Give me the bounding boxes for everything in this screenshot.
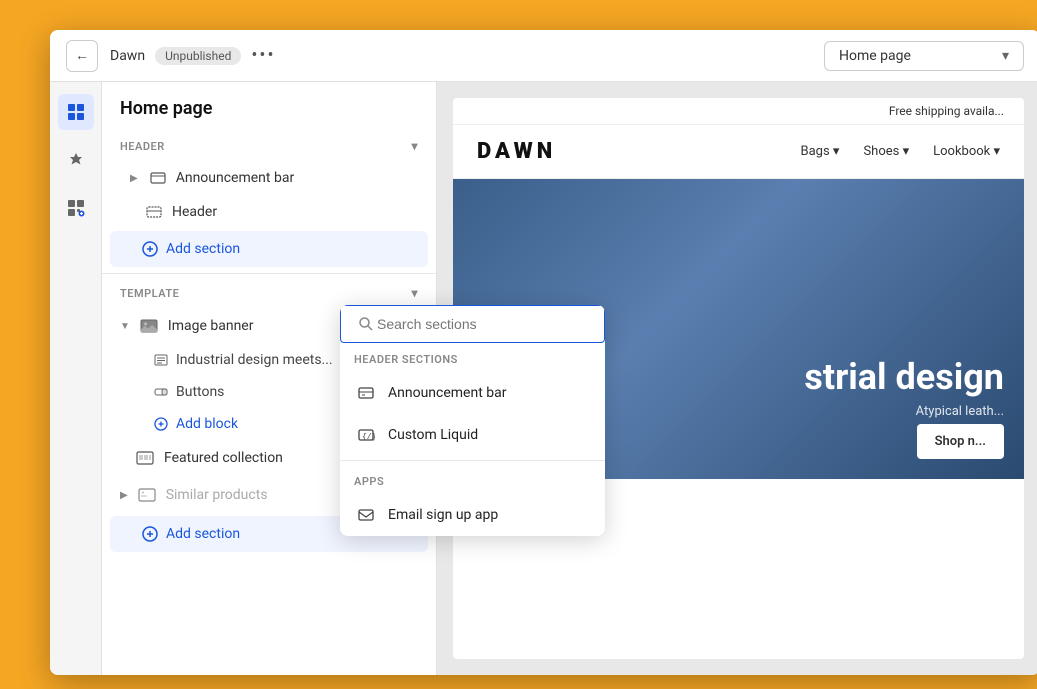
industrial-design-label: Industrial design meets... (176, 352, 333, 368)
preview-nav: DAWN Bags ▾ Shoes ▾ Lookbook ▾ (453, 125, 1024, 179)
preview-hero-text: strial design Atypical leath... (804, 358, 1024, 419)
template-group-header: TEMPLATE ▾ (102, 278, 436, 308)
preview-logo: DAWN (477, 139, 556, 164)
preview-nav-bags: Bags ▾ (801, 144, 840, 159)
page-dropdown[interactable]: Home page ▾ (824, 41, 1024, 71)
popup-custom-liquid-label: Custom Liquid (388, 427, 478, 443)
announcement-bar-item[interactable]: ▶ Announcement bar (102, 161, 436, 195)
add-section-template-label: Add section (166, 526, 240, 542)
header-sections-label: HEADER SECTIONS (340, 343, 605, 372)
popup-announcement-label: Announcement bar (388, 385, 507, 401)
popup-announcement-icon (354, 381, 378, 405)
similar-products-label: Similar products (166, 487, 268, 503)
text-icon (154, 353, 168, 367)
popup-email-icon (354, 503, 378, 527)
featured-collection-label: Featured collection (164, 450, 283, 466)
panel-title: Home page (102, 82, 436, 131)
featured-collection-icon (136, 449, 154, 467)
sections-icon (67, 103, 85, 121)
popup-email-label: Email sign up app (388, 507, 498, 523)
popup-divider (340, 460, 605, 461)
back-button[interactable]: ← (66, 40, 98, 72)
buttons-icon (154, 385, 168, 399)
apps-icon (67, 199, 85, 217)
preview-hero-title: strial design (804, 358, 1004, 398)
popup-custom-liquid[interactable]: {/} Custom Liquid (340, 414, 605, 456)
template-chevron-icon[interactable]: ▾ (411, 286, 418, 300)
search-sections-input[interactable] (340, 305, 605, 343)
preview-nav-lookbook: Lookbook ▾ (933, 144, 1000, 159)
announcement-bar-icon (150, 170, 166, 186)
icons-sidebar (50, 82, 102, 675)
topbar: ← Dawn Unpublished ••• Home page ▾ (50, 30, 1037, 82)
theme-icon-btn[interactable] (58, 142, 94, 178)
plus-circle-icon (142, 241, 158, 257)
add-section-label: Add section (166, 241, 240, 257)
announcement-bar-label: Announcement bar (176, 170, 295, 186)
image-banner-icon (140, 317, 158, 335)
header-chevron-icon[interactable]: ▾ (411, 139, 418, 153)
preview-nav-shoes: Shoes ▾ (863, 144, 909, 159)
status-badge: Unpublished (155, 47, 241, 65)
header-label: Header (172, 204, 217, 220)
header-item[interactable]: Header (102, 195, 436, 229)
buttons-label: Buttons (176, 384, 224, 400)
dropdown-arrow-icon: ▾ (1002, 48, 1009, 64)
preview-hero-sub: Atypical leath... (804, 404, 1004, 419)
plus-circle-template-icon (142, 526, 158, 542)
search-popup: HEADER SECTIONS Announcement bar {/} Cus… (340, 305, 605, 536)
add-block-icon (154, 417, 168, 431)
image-banner-label: Image banner (168, 318, 254, 334)
image-banner-expand-icon: ▼ (120, 321, 130, 332)
header-icon (146, 204, 162, 220)
sections-icon-btn[interactable] (58, 94, 94, 130)
search-popup-icon (358, 316, 374, 332)
more-options-button[interactable]: ••• (251, 45, 275, 66)
similar-expand-icon: ▶ (120, 490, 128, 501)
similar-products-icon (138, 486, 156, 504)
svg-text:{/}: {/} (362, 433, 375, 442)
preview-hero-button: Shop n... (917, 424, 1004, 459)
add-block-label: Add block (176, 416, 238, 432)
popup-custom-liquid-icon: {/} (354, 423, 378, 447)
theme-name: Dawn (110, 48, 145, 64)
popup-announcement-bar[interactable]: Announcement bar (340, 372, 605, 414)
header-group-header: HEADER ▾ (102, 131, 436, 161)
expand-arrow-icon: ▶ (130, 173, 138, 184)
search-input-container (340, 305, 605, 343)
preview-announcement: Free shipping availa... (453, 98, 1024, 125)
add-section-button[interactable]: Add section (110, 231, 428, 267)
apps-icon-btn[interactable] (58, 190, 94, 226)
theme-icon (67, 151, 85, 169)
divider (102, 273, 436, 274)
apps-label: APPS (340, 465, 605, 494)
popup-email-signup[interactable]: Email sign up app (340, 494, 605, 536)
